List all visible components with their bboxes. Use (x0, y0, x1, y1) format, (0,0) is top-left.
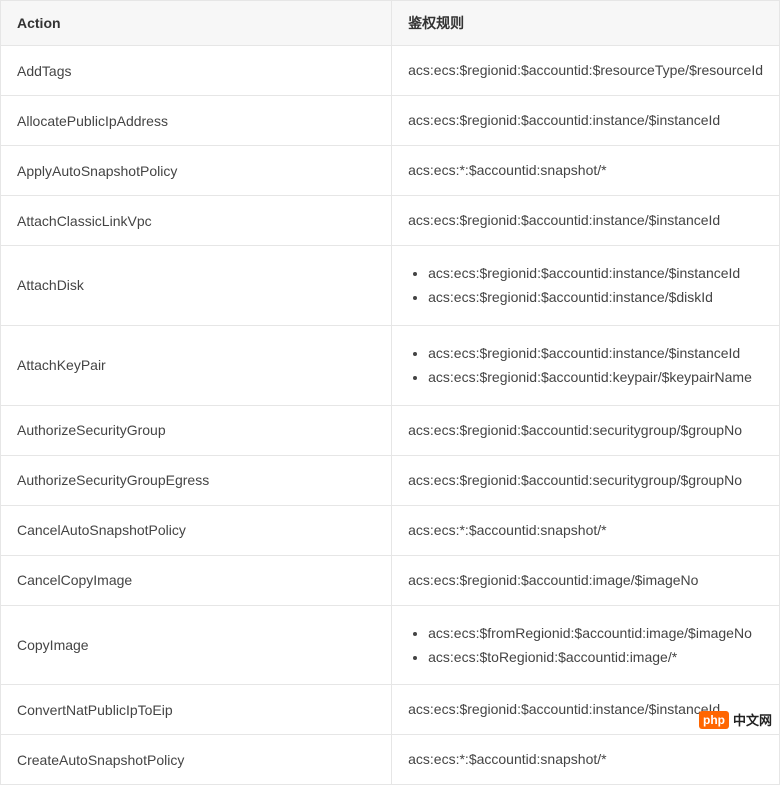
rule-cell: acs:ecs:*:$accountid:snapshot/* (392, 146, 780, 196)
rule-cell: acs:ecs:$regionid:$accountid:instance/$i… (392, 196, 780, 246)
rule-text: acs:ecs:$regionid:$accountid:instance/$i… (408, 212, 720, 228)
action-cell: AddTags (1, 46, 392, 96)
action-cell: AuthorizeSecurityGroupEgress (1, 455, 392, 505)
rule-text: acs:ecs:$regionid:$accountid:instance/$i… (408, 112, 720, 128)
rule-item: acs:ecs:$regionid:$accountid:instance/$i… (428, 262, 763, 284)
rule-item: acs:ecs:$regionid:$accountid:instance/$d… (428, 286, 763, 308)
action-cell: CancelAutoSnapshotPolicy (1, 505, 392, 555)
table-row: AuthorizeSecurityGroupEgress acs:ecs:$reg… (1, 455, 780, 505)
rule-list: acs:ecs:$regionid:$accountid:instance/$i… (408, 262, 763, 309)
action-cell: AuthorizeSecurityGroup (1, 405, 392, 455)
rule-cell: acs:ecs:$regionid:$accountid:instance/$i… (392, 246, 780, 326)
rule-cell: acs:ecs:*:$accountid:snapshot/* (392, 505, 780, 555)
table-row: ApplyAutoSnapshotPolicy acs:ecs:*:$accoun… (1, 146, 780, 196)
header-rule: 鉴权规则 (392, 1, 780, 46)
rule-text: acs:ecs:$regionid:$accountid:securitygro… (408, 422, 742, 438)
rule-text: acs:ecs:*:$accountid:snapshot/* (408, 162, 606, 178)
rule-cell: acs:ecs:$regionid:$accountid:$resourceTy… (392, 46, 780, 96)
rule-text: acs:ecs:*:$accountid:snapshot/* (408, 522, 606, 538)
table-row: AllocatePublicIpAddress acs:ecs:$regionid… (1, 96, 780, 146)
action-cell: AllocatePublicIpAddress (1, 96, 392, 146)
rule-list: acs:ecs:$fromRegionid:$accountid:image/$… (408, 622, 763, 669)
table-row: CreateAutoSnapshotPolicy acs:ecs:*:$accou… (1, 735, 780, 785)
action-cell: ConvertNatPublicIpToEip (1, 685, 392, 735)
rule-item: acs:ecs:$regionid:$accountid:keypair/$ke… (428, 366, 763, 388)
rule-item: acs:ecs:$regionid:$accountid:instance/$i… (428, 342, 763, 364)
action-cell: AttachClassicLinkVpc (1, 196, 392, 246)
header-action: Action (1, 1, 392, 46)
table-row: CopyImage acs:ecs:$fromRegionid:$accounti… (1, 605, 780, 685)
action-cell: ApplyAutoSnapshotPolicy (1, 146, 392, 196)
rule-cell: acs:ecs:$fromRegionid:$accountid:image/$… (392, 605, 780, 685)
table-row: AddTags acs:ecs:$regionid:$accountid:$res… (1, 46, 780, 96)
table-row: CancelCopyImage acs:ecs:$regionid:$accoun… (1, 555, 780, 605)
logo-text: 中文网 (733, 710, 772, 729)
rule-cell: acs:ecs:$regionid:$accountid:securitygro… (392, 455, 780, 505)
table-row: AttachKeyPair acs:ecs:$regionid:$accounti… (1, 325, 780, 405)
rule-cell: acs:ecs:$regionid:$accountid:instance/$i… (392, 325, 780, 405)
rule-cell: acs:ecs:*:$accountid:snapshot/* (392, 735, 780, 785)
action-cell: CancelCopyImage (1, 555, 392, 605)
rule-item: acs:ecs:$fromRegionid:$accountid:image/$… (428, 622, 763, 644)
table-row: AttachDisk acs:ecs:$regionid:$accountid:i… (1, 246, 780, 326)
table-row: ConvertNatPublicIpToEip acs:ecs:$regionid… (1, 685, 780, 735)
rule-text: acs:ecs:$regionid:$accountid:instance/$i… (408, 701, 720, 717)
rule-text: acs:ecs:$regionid:$accountid:securitygro… (408, 472, 742, 488)
rule-item: acs:ecs:$toRegionid:$accountid:image/* (428, 646, 763, 668)
action-cell: AttachKeyPair (1, 325, 392, 405)
table-row: AttachClassicLinkVpc acs:ecs:$regionid:$a… (1, 196, 780, 246)
rule-list: acs:ecs:$regionid:$accountid:instance/$i… (408, 342, 763, 389)
api-permissions-table: Action 鉴权规则 AddTags acs:ecs:$regionid:$ac… (0, 0, 780, 785)
table-row: AuthorizeSecurityGroup acs:ecs:$regionid:… (1, 405, 780, 455)
action-cell: AttachDisk (1, 246, 392, 326)
table-row: CancelAutoSnapshotPolicy acs:ecs:*:$accou… (1, 505, 780, 555)
logo-badge: php (699, 711, 729, 729)
rule-text: acs:ecs:*:$accountid:snapshot/* (408, 751, 606, 767)
action-cell: CreateAutoSnapshotPolicy (1, 735, 392, 785)
action-cell: CopyImage (1, 605, 392, 685)
rule-cell: acs:ecs:$regionid:$accountid:securitygro… (392, 405, 780, 455)
rule-cell: acs:ecs:$regionid:$accountid:instance/$i… (392, 96, 780, 146)
rule-text: acs:ecs:$regionid:$accountid:$resourceTy… (408, 62, 763, 78)
site-logo: php 中文网 (699, 710, 772, 729)
rule-cell: acs:ecs:$regionid:$accountid:image/$imag… (392, 555, 780, 605)
rule-text: acs:ecs:$regionid:$accountid:image/$imag… (408, 572, 698, 588)
